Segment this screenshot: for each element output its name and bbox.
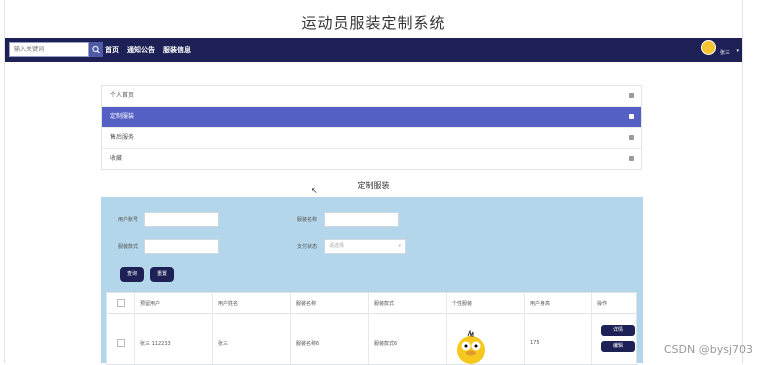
watermark-text: CSDN @bysj703 [663,343,753,356]
column-header[interactable]: 服装名称 [296,300,316,307]
filter-label-payment-status: 支付状态 [297,244,318,250]
sidebar-item-label: 收藏 [110,155,123,162]
filter-label-clothing-name: 服装名称 [297,217,318,223]
sidebar-item-profile[interactable]: 个人首页 [102,86,641,107]
home-icon [629,93,634,98]
avatar[interactable] [701,40,716,55]
column-header[interactable]: 预留用户 [140,300,160,307]
filter-label-clothing-style: 服装款式 [118,244,139,250]
cell-name: 张三 [218,341,229,347]
sidebar-item-label: 售后服务 [110,134,135,141]
nav-link-home[interactable]: 首页 [105,45,119,55]
clothing-style-field[interactable] [144,239,219,254]
nav-link-announcements[interactable]: 通知公告 [127,45,155,55]
home-icon [629,156,634,161]
nav-link-clothing-info[interactable]: 服装信息 [163,45,191,55]
search-input[interactable] [9,42,89,57]
sidebar-item-favorites[interactable]: 收藏 [102,149,641,169]
nav-links: 首页 通知公告 服装信息 [105,38,191,62]
mouse-cursor-icon: ↖ [311,186,318,195]
row-checkbox[interactable] [117,339,125,347]
chevron-down-icon[interactable]: ▾ [736,48,739,54]
search-query-button[interactable]: 查询 [120,267,145,282]
column-header[interactable]: 操作 [597,300,607,307]
column-header[interactable]: 个性服装 [452,300,472,307]
home-icon [629,135,634,140]
column-header[interactable]: 用户身高 [530,300,550,307]
payment-status-placeholder: 请选择 [329,243,345,249]
orders-table: 预留用户 用户姓名 服装名称 服装款式 个性服装 用户身高 操作 张三 1122… [106,292,637,365]
search-button[interactable] [89,42,103,57]
app-window: 运动员服装定制系统 首页 通知公告 服装信息 张三 ▾ 个人首页 定制服装 售后… [4,0,743,365]
username[interactable]: 张三 [720,49,730,56]
page-title: 运动员服装定制系统 [301,14,446,32]
reset-button[interactable]: 重置 [150,267,175,282]
filter-label-account: 用户账号 [118,217,139,223]
edit-button[interactable]: 编辑 [601,341,635,352]
search-icon [92,45,100,54]
table-header [107,293,636,314]
clothing-thumbnail [457,330,485,364]
top-navbar: 首页 通知公告 服装信息 张三 ▾ [5,38,742,62]
sidebar-item-custom-clothing[interactable]: 定制服装 [102,107,641,128]
column-header[interactable]: 用户姓名 [218,300,238,307]
sidebar-item-label: 个人首页 [110,92,135,99]
clothing-name-field[interactable] [324,212,399,227]
sidebar-menu: 个人首页 定制服装 售后服务 收藏 [101,85,642,170]
home-icon [629,114,634,119]
filter-panel: 用户账号 服装名称 服装款式 支付状态 请选择 ▾ 查询 重置 预留用户 用户姓… [101,197,643,365]
sidebar-item-after-sales[interactable]: 售后服务 [102,128,641,149]
account-field[interactable] [144,212,219,227]
select-all-checkbox[interactable] [117,299,125,307]
cell-account: 张三 112233 [140,341,171,347]
cell-height: 175 [530,340,540,346]
details-button[interactable]: 详情 [601,325,635,336]
cell-clothing-style: 服装款式6 [374,341,398,347]
cell-clothing-name: 服装名称6 [296,341,320,347]
payment-status-select[interactable]: 请选择 ▾ [324,239,406,254]
sidebar-item-label: 定制服装 [110,113,135,120]
column-header[interactable]: 服装款式 [374,300,394,307]
chevron-down-icon: ▾ [398,243,401,249]
section-title: 定制服装 [357,181,390,190]
